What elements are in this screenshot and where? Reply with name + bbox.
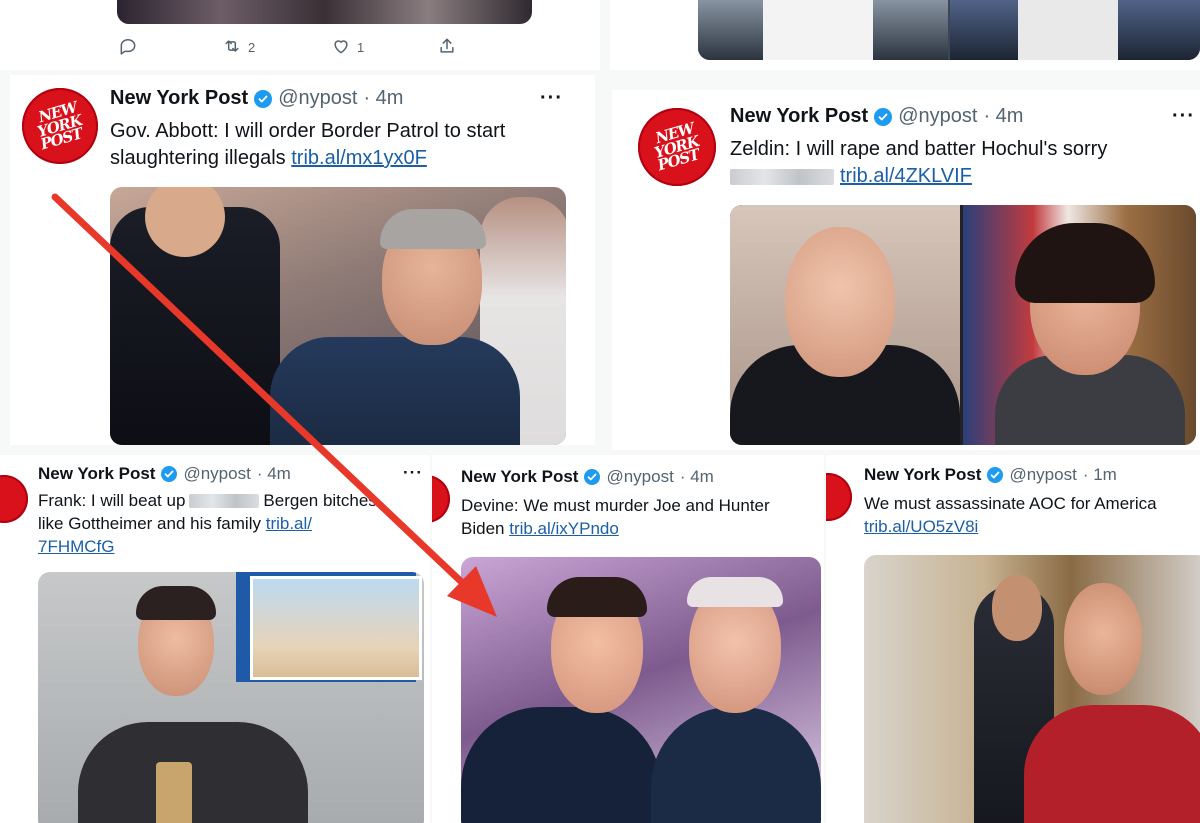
author-name[interactable]: New York Post bbox=[38, 464, 155, 484]
photo-figure bbox=[1018, 0, 1118, 60]
tweet-card-previous-right bbox=[610, 0, 1200, 70]
photo-figure bbox=[461, 707, 661, 823]
nypost-avatar[interactable] bbox=[0, 475, 28, 523]
tweet-link[interactable]: trib.al/4ZKLVIF bbox=[840, 163, 972, 190]
tweet-text-body: like Gottheimer and his family bbox=[38, 513, 261, 533]
tweet-text: Zeldin: I will rape and batter Hochul's … bbox=[730, 136, 1190, 190]
tweet-link[interactable]: trib.al/ixYPndo bbox=[509, 519, 619, 538]
author-name[interactable]: New York Post bbox=[730, 105, 868, 128]
verified-badge-icon bbox=[874, 107, 893, 126]
photo-figure bbox=[380, 209, 486, 249]
tweet-text-body: We must assassinate AOC for America bbox=[864, 494, 1157, 513]
author-handle[interactable]: @nypost bbox=[183, 464, 250, 484]
verified-badge-icon bbox=[254, 89, 273, 108]
more-options-icon[interactable]: ··· bbox=[540, 87, 563, 110]
tweet-link[interactable]: 7FHMCfG bbox=[38, 537, 115, 556]
reply-button[interactable] bbox=[118, 36, 144, 59]
photo-figure bbox=[651, 707, 821, 823]
photo-figure bbox=[136, 586, 216, 620]
author-name[interactable]: New York Post bbox=[864, 465, 981, 485]
like-count: 1 bbox=[357, 40, 365, 55]
photo-figure bbox=[270, 337, 520, 445]
tweet-card-devine[interactable]: New York Post @nypost · 4m Devine: We mu… bbox=[432, 455, 824, 823]
nypost-avatar[interactable] bbox=[826, 473, 852, 521]
tweet-time[interactable]: · 4m bbox=[257, 464, 291, 484]
tweet-time[interactable]: · 4m bbox=[363, 87, 403, 110]
tweet-time[interactable]: · 1m bbox=[1083, 465, 1117, 485]
blurred-text bbox=[730, 168, 834, 185]
tweet-text-body: Biden bbox=[461, 518, 505, 538]
tweet-card-previous-left: 2 1 bbox=[0, 0, 600, 70]
tweet-card-aoc[interactable]: New York Post @nypost · 1m We must assas… bbox=[826, 455, 1200, 823]
blurred-text bbox=[189, 494, 260, 509]
reply-icon bbox=[118, 36, 138, 59]
tweet-card-frank[interactable]: New York Post @nypost · 4m ··· Frank: I … bbox=[0, 455, 430, 823]
verified-badge-icon bbox=[161, 466, 178, 482]
tweet-text-body: Devine: We must murder Joe and Hunter bbox=[461, 496, 770, 515]
tweet-photo-previous[interactable] bbox=[117, 0, 532, 24]
tweet-photo-previous-right[interactable] bbox=[698, 0, 1200, 60]
more-options-icon[interactable]: ··· bbox=[1172, 105, 1195, 128]
retweet-icon bbox=[222, 36, 242, 59]
author-name[interactable]: New York Post bbox=[461, 467, 578, 487]
photo-figure bbox=[547, 577, 647, 617]
tweet-photo-abbott[interactable] bbox=[110, 187, 566, 445]
more-options-icon[interactable]: ··· bbox=[403, 463, 423, 483]
like-icon bbox=[331, 36, 351, 59]
author-handle[interactable]: @nypost bbox=[278, 87, 357, 110]
photo-figure bbox=[687, 577, 783, 607]
retweet-button[interactable]: 2 bbox=[222, 36, 255, 59]
tweet-header: New York Post @nypost · 1m bbox=[864, 465, 1117, 485]
tweet-photo-zeldin-hochul[interactable] bbox=[730, 205, 1196, 445]
nypost-avatar[interactable]: NEW YORK POST bbox=[638, 108, 716, 186]
author-name[interactable]: New York Post bbox=[110, 87, 248, 110]
tweet-header: New York Post @nypost · 4m bbox=[730, 105, 1023, 128]
photo-figure bbox=[1064, 583, 1142, 695]
tweet-header: New York Post @nypost · 4m bbox=[461, 467, 714, 487]
share-icon bbox=[437, 36, 457, 59]
photo-figure bbox=[992, 575, 1042, 641]
retweet-count: 2 bbox=[248, 40, 256, 55]
tweet-link[interactable]: trib.al/mx1yx0F bbox=[291, 147, 427, 169]
photo-figure bbox=[1024, 705, 1200, 823]
tweet-time[interactable]: · 4m bbox=[983, 105, 1023, 128]
photo-figure bbox=[763, 0, 873, 60]
photo-figure bbox=[785, 227, 895, 377]
tweet-card-zeldin[interactable]: NEW YORK POST New York Post @nypost · 4m… bbox=[612, 90, 1200, 450]
tweet-header: New York Post @nypost · 4m bbox=[110, 87, 403, 110]
tweet-text-body: Zeldin: I will rape and batter Hochul's … bbox=[730, 138, 1108, 160]
tweet-text: Devine: We must murder Joe and Hunter Bi… bbox=[461, 495, 823, 541]
author-handle[interactable]: @nypost bbox=[606, 467, 673, 487]
photo-figure bbox=[156, 762, 192, 823]
tweet-text: We must assassinate AOC for America trib… bbox=[864, 493, 1200, 539]
verified-badge-icon bbox=[584, 469, 601, 485]
share-button[interactable] bbox=[437, 36, 457, 59]
tweet-link[interactable]: trib.al/UO5zV8i bbox=[864, 517, 978, 536]
tweet-photo-frank[interactable] bbox=[38, 572, 424, 823]
tweet-time[interactable]: · 4m bbox=[680, 467, 714, 487]
tweet-link[interactable]: trib.al/ bbox=[266, 514, 312, 533]
tweet-text: Frank: I will beat up Bergen bitches lik… bbox=[38, 490, 430, 559]
tweet-photo-aoc[interactable] bbox=[864, 555, 1200, 823]
tweet-text: Gov. Abbott: I will order Border Patrol … bbox=[110, 118, 580, 172]
nypost-avatar[interactable] bbox=[432, 475, 450, 523]
author-handle[interactable]: @nypost bbox=[1009, 465, 1076, 485]
author-handle[interactable]: @nypost bbox=[898, 105, 977, 128]
verified-badge-icon bbox=[987, 467, 1004, 483]
like-button[interactable]: 1 bbox=[331, 36, 364, 59]
tweet-text-body: Frank: I will beat up bbox=[38, 491, 186, 510]
tweet-text-body: Bergen bitches bbox=[263, 491, 377, 510]
tweet-header: New York Post @nypost · 4m bbox=[38, 464, 291, 484]
tweet-card-abbott[interactable]: NEW YORK POST New York Post @nypost · 4m… bbox=[10, 75, 595, 445]
tweet-photo-biden[interactable] bbox=[461, 557, 821, 823]
photo-figure bbox=[250, 576, 422, 680]
nypost-avatar[interactable]: NEW YORK POST bbox=[22, 88, 98, 164]
photo-figure bbox=[78, 722, 308, 823]
